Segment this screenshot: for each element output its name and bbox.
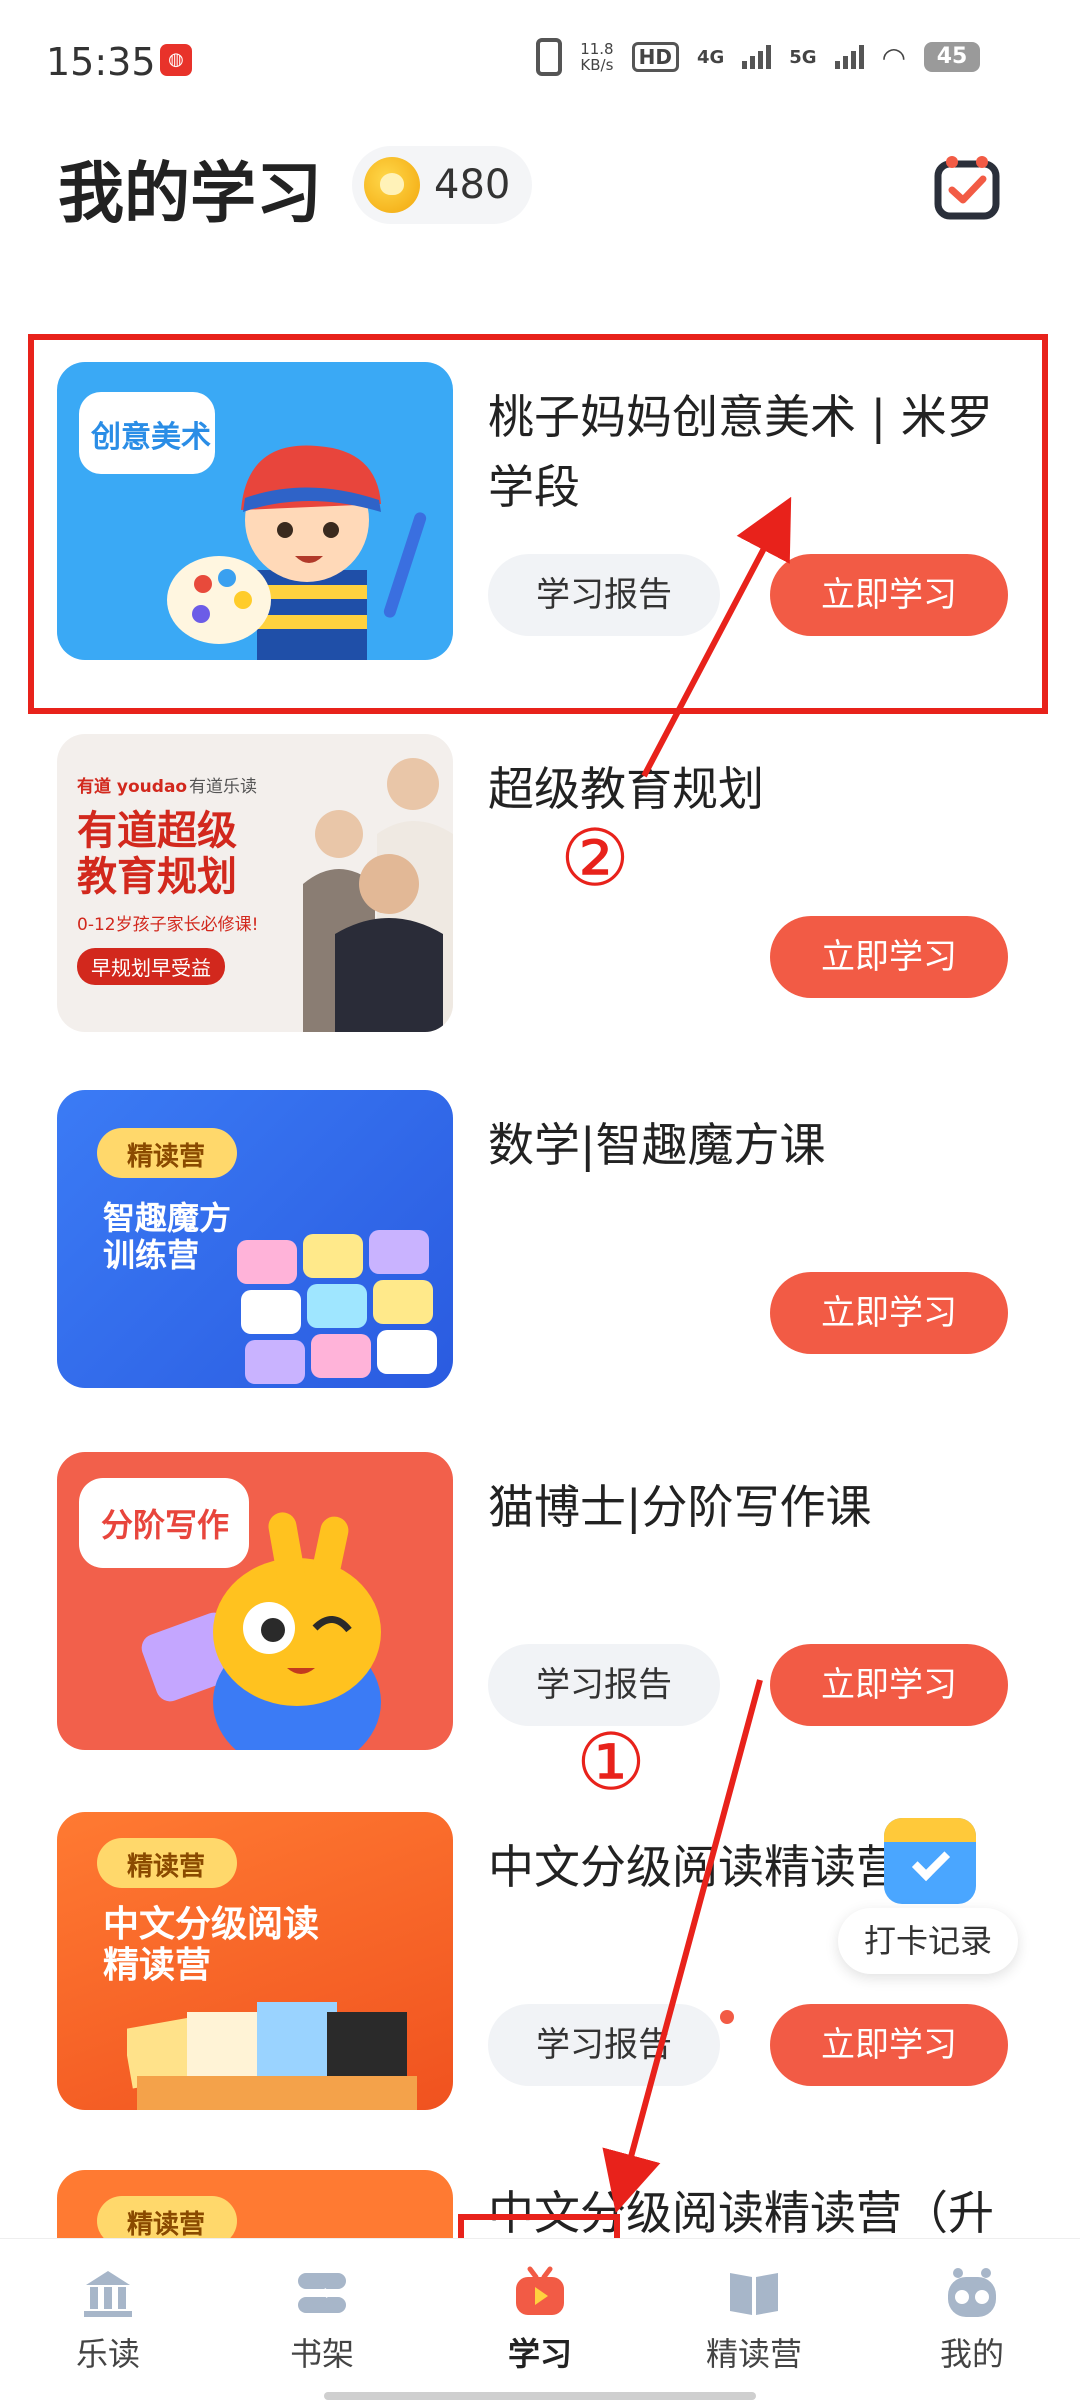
book-icon xyxy=(730,2273,778,2315)
home-indicator xyxy=(324,2392,756,2400)
nav-item-study[interactable]: 学习 xyxy=(470,2265,610,2375)
annotation-arrows xyxy=(602,496,792,2214)
robot-icon xyxy=(948,2268,996,2317)
nav-label: 学习 xyxy=(507,2335,572,2373)
nav-label: 乐读 xyxy=(75,2335,140,2373)
nav-item-ledu[interactable]: 乐读 xyxy=(38,2265,178,2375)
nav-item-intensive-reading[interactable]: 精读营 xyxy=(684,2265,824,2375)
study-tv-icon xyxy=(516,2266,564,2315)
nav-item-mine[interactable]: 我的 xyxy=(902,2265,1042,2375)
nav-item-bookshelf[interactable]: 书架 xyxy=(252,2265,392,2375)
nav-label: 书架 xyxy=(289,2335,354,2373)
library-icon xyxy=(84,2271,132,2317)
bookshelf-icon xyxy=(298,2273,346,2313)
bottom-nav: 乐读 书架 学习 精读营 我的 xyxy=(0,2238,1080,2408)
nav-label: 我的 xyxy=(939,2335,1004,2373)
nav-label: 精读营 xyxy=(705,2335,802,2373)
